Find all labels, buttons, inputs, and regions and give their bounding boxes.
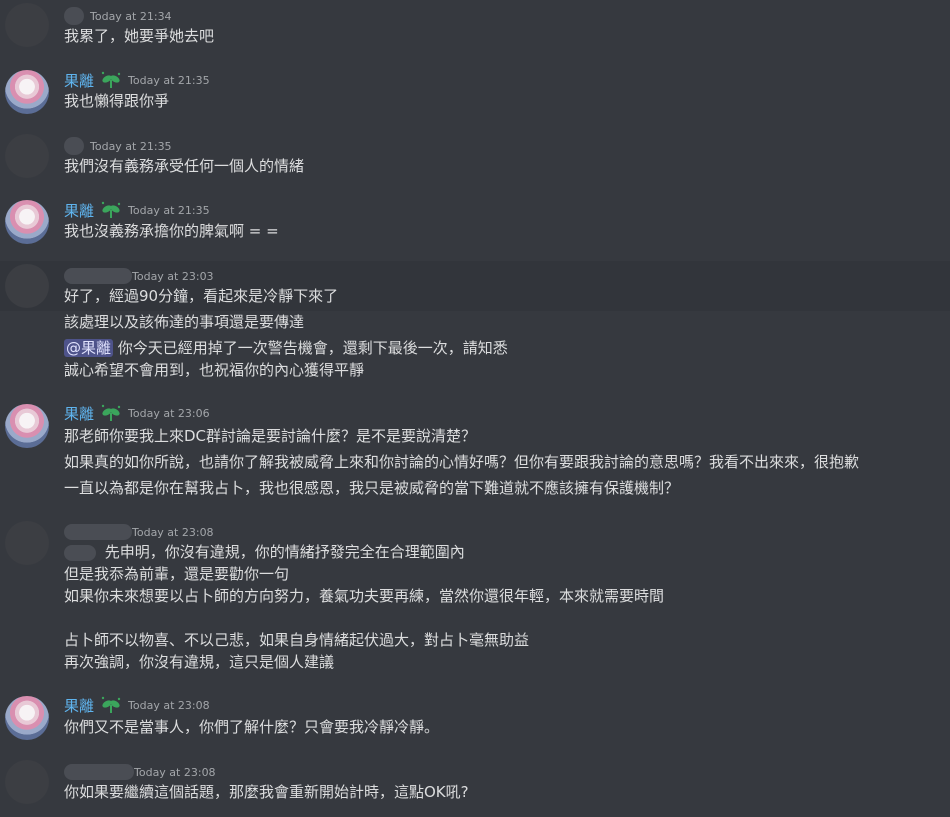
redacted-username[interactable] [64, 7, 84, 25]
username[interactable]: 果離 [64, 200, 94, 221]
message-text: 那老師你要我上來DC群討論是要討論什麼？是不是要說清楚？ [64, 427, 477, 445]
message-group: Today at 21:34 我累了，她要爭她去吧 [0, 0, 950, 60]
username[interactable]: 果離 [64, 70, 94, 91]
message-group: 果離 Today at 23:06 那老師你要我上來DC群討論是要討論什麼？是不… [0, 400, 950, 510]
timestamp: Today at 23:08 [134, 765, 216, 779]
message-text: 我也沒義務承擔你的脾氣啊 = = [64, 222, 279, 240]
message-text: 我們沒有義務承受任何一個人的情緒 [64, 157, 305, 175]
message-text: 如果真的如你所說，也請你了解我被威脅上來和你討論的心情好嗎？但你有要跟我討論的意… [64, 453, 860, 471]
sprout-icon [100, 404, 122, 422]
avatar[interactable] [5, 200, 49, 244]
message-group: Today at 23:03 好了，經過90分鐘，看起來是冷靜下來了 [0, 261, 950, 311]
message-text: 如果你未來想要以占卜師的方向努力，養氣功夫要再練，當然你還很年輕，本來就需要時間 [64, 587, 665, 605]
avatar[interactable] [5, 3, 49, 47]
message-text-segment: 你今天已經用掉了一次警告機會，還剩下最後一次，請知悉 [117, 339, 508, 357]
message-text: 我累了，她要爭她去吧 [64, 27, 215, 45]
message-group: 果離 Today at 23:08 你們又不是當事人，你們了解什麼？只會要我冷靜… [0, 692, 950, 748]
message-group: Today at 23:08 你如果要繼續這個話題，那麼我會重新開始計時，這點O… [0, 757, 950, 817]
timestamp: Today at 21:34 [90, 9, 172, 23]
timestamp: Today at 23:08 [132, 525, 214, 539]
sprout-icon [100, 696, 122, 714]
message-text: 但是我忝為前輩，還是要勸你一句 [64, 565, 290, 583]
message-text: 該處理以及該佈達的事項還是要傳達 [64, 313, 305, 331]
timestamp: Today at 21:35 [90, 139, 172, 153]
timestamp: Today at 23:08 [128, 698, 210, 712]
sprout-icon [100, 201, 122, 219]
message-text: 你們又不是當事人，你們了解什麼？只會要我冷靜冷靜。 [64, 718, 440, 736]
message-text: 再次強調，你沒有違規，這只是個人建議 [64, 653, 335, 671]
avatar[interactable] [5, 521, 49, 565]
redacted-username[interactable] [64, 268, 132, 284]
message-text: 你如果要繼續這個話題，那麼我會重新開始計時，這點OK吼? [64, 783, 469, 801]
message-group: 果離 Today at 21:35 我也沒義務承擔你的脾氣啊 = = [0, 196, 950, 256]
avatar[interactable] [5, 264, 49, 308]
username[interactable]: 果離 [64, 403, 94, 424]
message-text: 占卜師不以物喜、不以己悲，如果自身情緒起伏過大，對占卜毫無助益 [64, 631, 530, 649]
message-group: Today at 21:35 我們沒有義務承受任何一個人的情緒 [0, 131, 950, 191]
avatar[interactable] [5, 696, 49, 740]
timestamp: Today at 21:35 [128, 203, 210, 217]
redacted-username[interactable] [64, 137, 84, 155]
timestamp: Today at 23:06 [128, 406, 210, 420]
message-text-segment: 先申明，你沒有違規，你的情緒抒發完全在合理範圍內 [104, 543, 465, 561]
message-group: 果離 Today at 21:35 我也懶得跟你爭 [0, 66, 950, 126]
message-text: @果離 你今天已經用掉了一次警告機會，還剩下最後一次，請知悉 [64, 338, 508, 358]
avatar[interactable] [5, 760, 49, 804]
redacted-username[interactable] [64, 524, 132, 540]
username[interactable]: 果離 [64, 695, 94, 716]
sprout-icon [100, 71, 122, 89]
timestamp: Today at 21:35 [128, 73, 210, 87]
avatar[interactable] [5, 404, 49, 448]
message-text: 好了，經過90分鐘，看起來是冷靜下來了 [64, 287, 339, 305]
redacted-username[interactable] [64, 764, 134, 780]
timestamp: Today at 23:03 [132, 269, 214, 283]
message-group: Today at 23:08 先申明，你沒有違規，你的情緒抒發完全在合理範圍內 … [0, 518, 950, 678]
avatar[interactable] [5, 134, 49, 178]
message-text: 先申明，你沒有違規，你的情緒抒發完全在合理範圍內 [64, 542, 465, 562]
avatar[interactable] [5, 70, 49, 114]
message-text: 我也懶得跟你爭 [64, 92, 170, 110]
user-mention[interactable]: @果離 [64, 339, 114, 357]
message-text: 一直以為都是你在幫我占卜，我也很感恩，我只是被威脅的當下難道就不應該擁有保護機制… [64, 479, 680, 497]
redacted-mention[interactable] [64, 544, 96, 561]
message-continuation: 該處理以及該佈達的事項還是要傳達 @果離 你今天已經用掉了一次警告機會，還剩下最… [0, 311, 950, 391]
message-text: 誠心希望不會用到，也祝福你的內心獲得平靜 [64, 361, 365, 379]
